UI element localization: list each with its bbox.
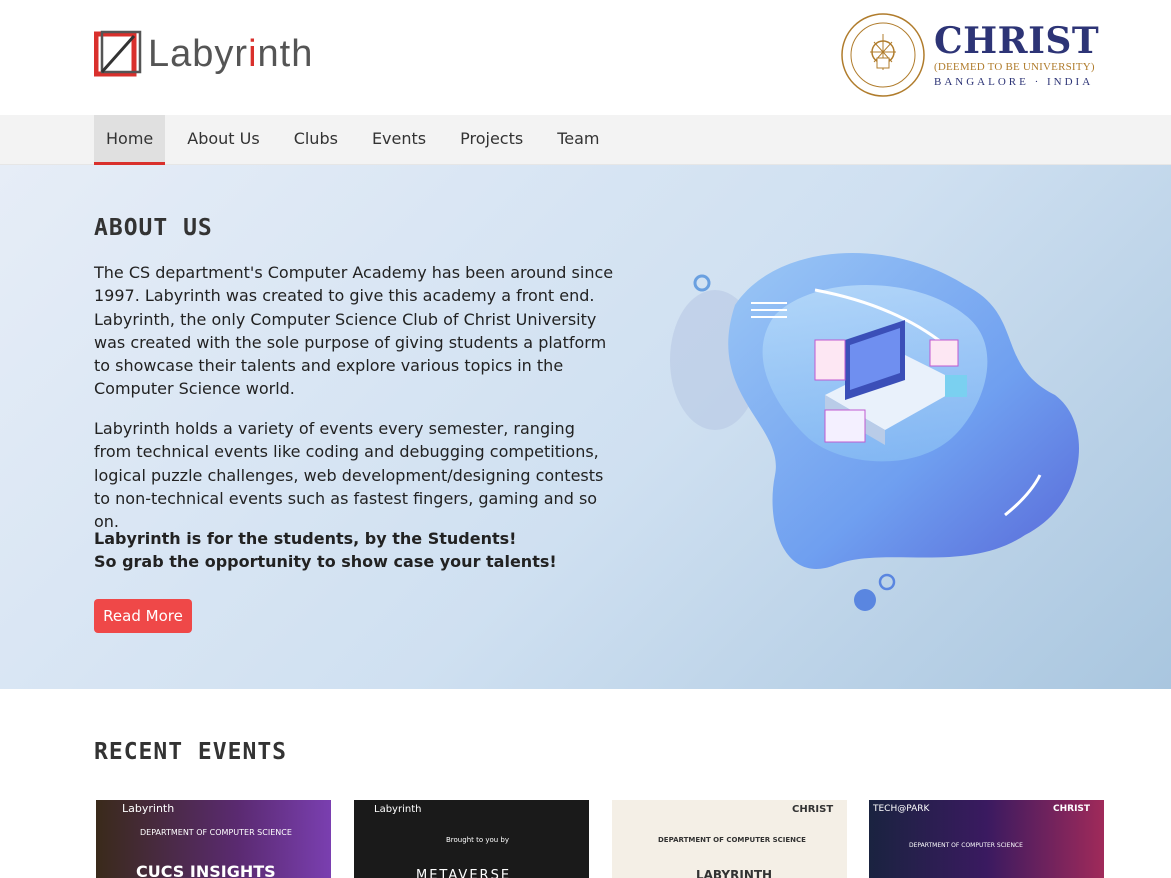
- nav-events[interactable]: Events: [360, 115, 438, 165]
- nav-home[interactable]: Home: [94, 115, 166, 165]
- event-card-dept: Brought to you by: [446, 836, 510, 844]
- about-title: ABOUT US: [94, 215, 213, 241]
- event-card-brand: Labyrinth: [122, 802, 175, 815]
- event-card-dept: DEPARTMENT OF COMPUTER SCIENCE: [658, 836, 806, 844]
- recent-events-title: RECENT EVENTS: [94, 739, 288, 765]
- event-card[interactable]: Labyrinth Brought to you by METAVERSE: [354, 800, 589, 878]
- labyrinth-logo-mark-icon: [93, 30, 142, 78]
- event-card-brand: TECH@PARK: [873, 804, 930, 814]
- university-city: BANGALORE · INDIA: [934, 75, 1094, 88]
- event-card-title: CUCS INSIGHTS: [136, 862, 276, 878]
- event-card-dept: DEPARTMENT OF COMPUTER SCIENCE: [140, 828, 292, 837]
- computer-illustration: [670, 252, 1079, 611]
- university-name: CHRIST: [934, 19, 1100, 62]
- event-card[interactable]: CHRIST DEPARTMENT OF COMPUTER SCIENCE LA…: [612, 800, 847, 878]
- site-header: Labyrinth CHRIST (DEEMED TO BE UNIVERSIT…: [0, 0, 1171, 115]
- about-paragraph-1: The CS department's Computer Academy has…: [94, 263, 614, 399]
- about-tagline: Labyrinth is for the students, by the St…: [94, 529, 557, 572]
- nav-team[interactable]: Team: [545, 115, 611, 165]
- nav-clubs[interactable]: Clubs: [282, 115, 350, 165]
- nav-projects[interactable]: Projects: [448, 115, 535, 165]
- event-card-title: CHRIST: [1053, 804, 1091, 814]
- labyrinth-logo[interactable]: Labyrinth: [93, 30, 314, 78]
- about-paragraph-2: Labyrinth holds a variety of events ever…: [94, 419, 604, 532]
- nav-about-us[interactable]: About Us: [175, 115, 271, 165]
- event-card-title: METAVERSE: [416, 868, 512, 878]
- about-section: ABOUT US The CS department's Computer Ac…: [0, 165, 1171, 689]
- event-card-title: LABYRINTH: [696, 868, 773, 878]
- labyrinth-wordmark: Labyrinth: [148, 33, 314, 75]
- main-nav: Home About Us Clubs Events Projects Team: [0, 115, 1171, 165]
- event-card-dept: DEPARTMENT OF COMPUTER SCIENCE: [909, 842, 1023, 849]
- christ-seal-icon: [841, 13, 925, 97]
- recent-events-section: RECENT EVENTS Labyrinth DEPARTMENT OF CO…: [0, 689, 1171, 878]
- event-card[interactable]: TECH@PARK DEPARTMENT OF COMPUTER SCIENCE…: [869, 800, 1104, 878]
- event-card-brand: CHRIST: [792, 804, 834, 815]
- university-subtitle: (DEEMED TO BE UNIVERSITY): [934, 60, 1095, 73]
- read-more-button[interactable]: Read More: [94, 599, 192, 633]
- event-card-brand: Labyrinth: [374, 804, 422, 815]
- christ-university-logo[interactable]: CHRIST (DEEMED TO BE UNIVERSITY) BANGALO…: [840, 12, 1099, 98]
- event-card[interactable]: Labyrinth DEPARTMENT OF COMPUTER SCIENCE…: [96, 800, 331, 878]
